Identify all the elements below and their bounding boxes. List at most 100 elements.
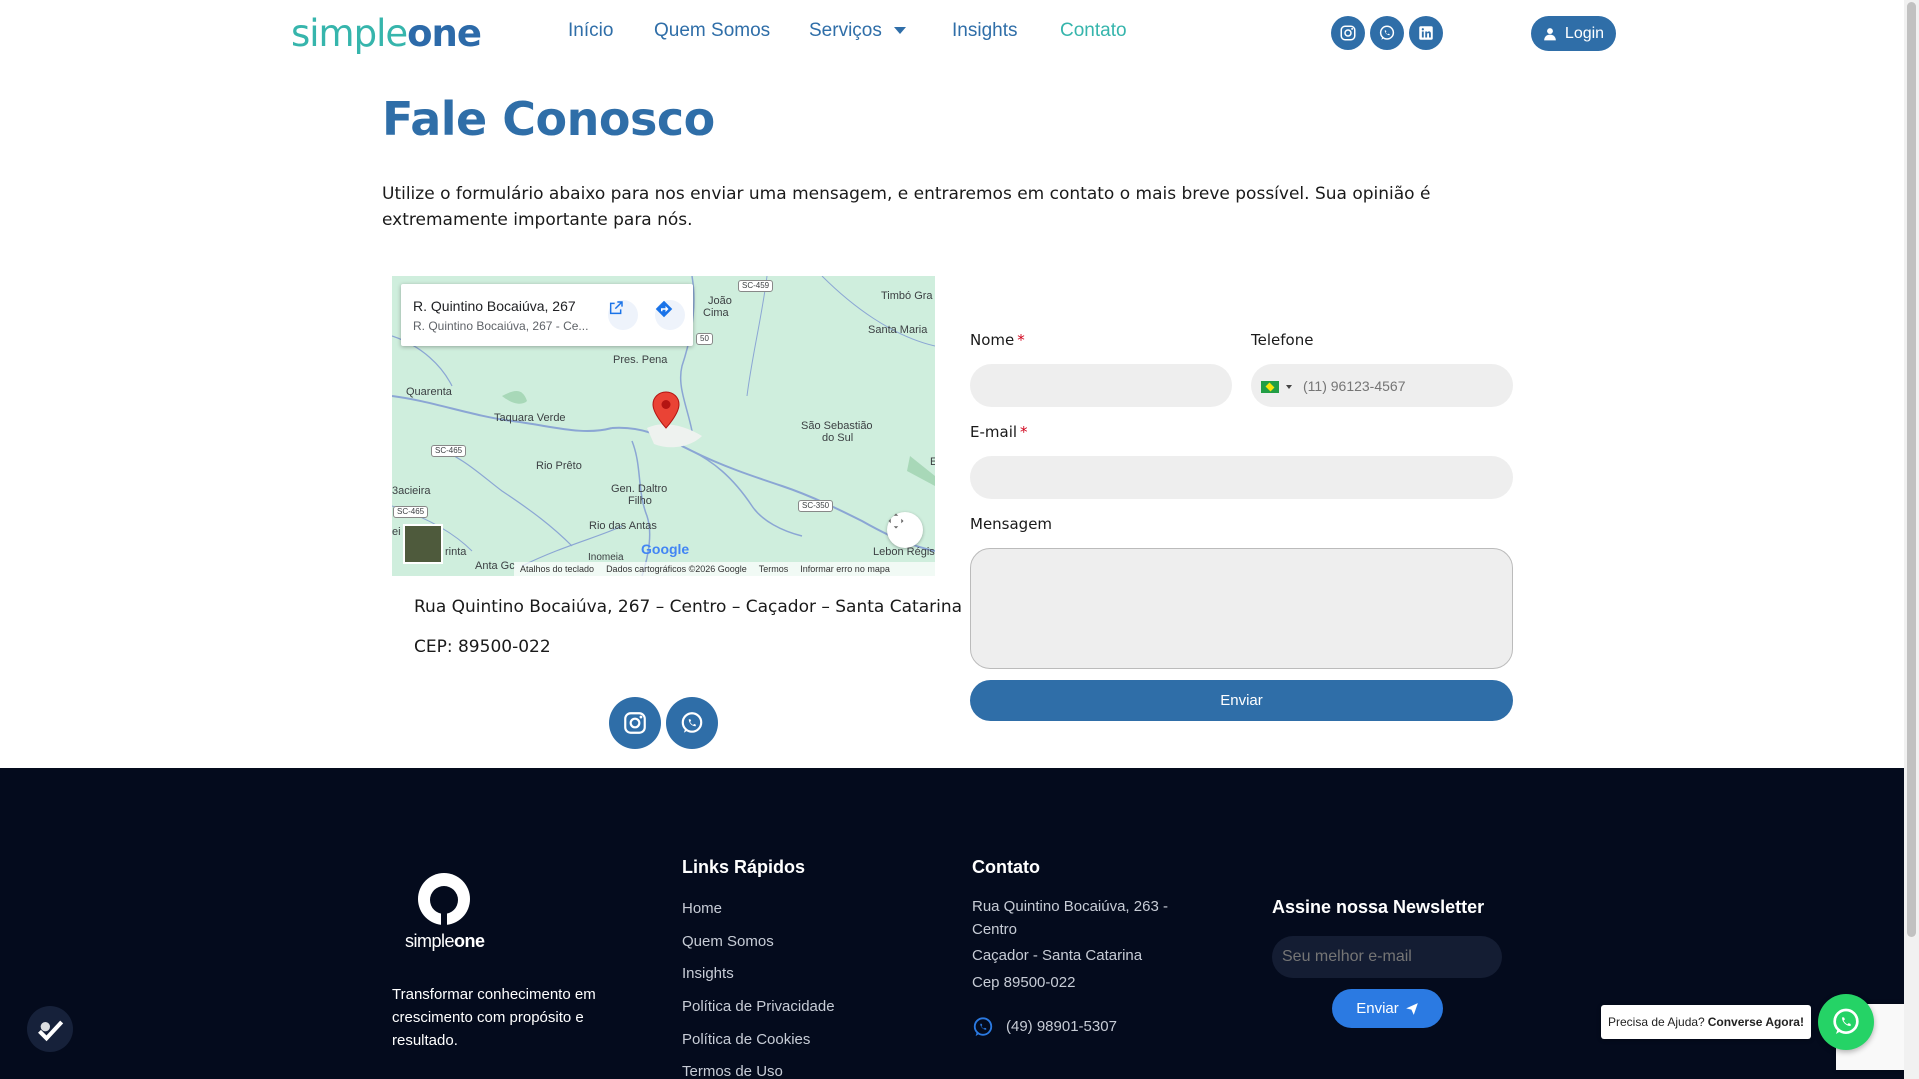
nav-insights[interactable]: Insights xyxy=(952,20,1017,46)
footer-phone[interactable]: (49) 98901-5307 xyxy=(1006,1015,1226,1038)
footer-tagline: Transformar conhecimento em crescimento … xyxy=(392,986,596,1049)
road-badge: SC-350 xyxy=(798,500,834,512)
instagram-icon xyxy=(624,712,646,734)
help-bold-text: Converse Agora! xyxy=(1707,1015,1804,1029)
footer-address: Rua Quintino Bocaiúva, 263 - Centro xyxy=(972,898,1168,938)
cookie-check-icon xyxy=(38,1020,64,1042)
footer-city: Caçador - Santa Catarina xyxy=(972,947,1143,964)
site-logo[interactable]: simpleone xyxy=(291,12,482,55)
nav-servicos[interactable]: Serviços xyxy=(809,20,906,46)
required-mark: * xyxy=(1017,331,1025,349)
map-label: Pres. Pena xyxy=(613,354,668,366)
footer-link-quem-somos[interactable]: Quem Somos xyxy=(682,933,774,950)
help-chat-bubble[interactable]: Precisa de Ajuda? Converse Agora! xyxy=(1601,1005,1811,1039)
map-label: Santa Maria xyxy=(868,324,928,336)
name-label: Nome * xyxy=(970,331,1025,349)
fullscreen-button[interactable] xyxy=(887,512,923,548)
footer-logo-one: one xyxy=(454,931,485,951)
nav-inicio-link[interactable]: Início xyxy=(568,20,613,41)
footer-link-privacidade[interactable]: Política de Privacidade xyxy=(682,998,835,1015)
user-icon xyxy=(1544,27,1556,40)
instagram-button[interactable] xyxy=(609,697,661,749)
linkedin-icon xyxy=(1419,26,1433,40)
footer-link-cookies[interactable]: Política de Cookies xyxy=(682,1031,810,1048)
map-terms-link[interactable]: Termos xyxy=(759,564,789,574)
whatsapp-icon xyxy=(973,1017,993,1037)
chevron-down-icon[interactable] xyxy=(893,27,906,35)
newsletter-title: Assine nossa Newsletter xyxy=(1272,897,1485,917)
footer-cep: Cep 89500-022 xyxy=(972,974,1076,991)
map-label: Anta Gc xyxy=(475,560,515,572)
submit-button[interactable]: Enviar xyxy=(970,680,1513,721)
site-header: simpleone Início Quem Somos Serviços Ins… xyxy=(0,0,1904,66)
message-field[interactable] xyxy=(970,548,1513,669)
page-scrollbar[interactable] xyxy=(1904,0,1919,1079)
footer-link-insights[interactable]: Insights xyxy=(682,965,734,982)
whatsapp-icon xyxy=(681,712,703,733)
road-badge: SC-465 xyxy=(393,506,429,518)
newsletter-email-field[interactable] xyxy=(1272,936,1502,978)
map-pin-icon[interactable] xyxy=(652,391,680,429)
directions-button[interactable] xyxy=(655,300,685,330)
map-place-subtitle: R. Quintino Bocaiúva, 267 - Ce... xyxy=(413,319,589,333)
nav-servicos-link[interactable]: Serviços xyxy=(809,20,882,41)
phone-label: Telefone xyxy=(1251,331,1314,349)
map-label: Timbó Gra xyxy=(881,290,933,302)
fullscreen-icon xyxy=(888,513,904,529)
map-label: Filho xyxy=(628,495,652,507)
whatsapp-icon xyxy=(1379,25,1395,40)
map-label: Rio das Antas xyxy=(589,520,657,532)
map-label: rinta xyxy=(445,546,467,558)
nav-contato[interactable]: Contato xyxy=(1060,20,1127,46)
map-place-card: R. Quintino Bocaiúva, 267 R. Quintino Bo… xyxy=(401,284,693,346)
google-map[interactable]: R. Quintino Bocaiúva, 267 R. Quintino Bo… xyxy=(392,276,935,576)
contact-title: Contato xyxy=(972,857,1040,877)
map-label: Rio Prêto xyxy=(536,460,582,472)
name-field[interactable] xyxy=(970,364,1232,407)
map-label: do Sul xyxy=(822,432,854,444)
newsletter-submit-label: Enviar xyxy=(1356,1000,1399,1017)
nav-inicio[interactable]: Início xyxy=(568,20,613,46)
whatsapp-float-button[interactable] xyxy=(1818,994,1874,1050)
logo-text-one: one xyxy=(407,12,482,55)
email-field[interactable] xyxy=(970,456,1513,499)
quick-links-title: Links Rápidos xyxy=(682,857,806,877)
brazil-flag-icon[interactable] xyxy=(1261,381,1279,393)
whatsapp-button[interactable] xyxy=(666,697,718,749)
page: simpleone Início Quem Somos Serviços Ins… xyxy=(0,0,1919,1079)
nav-insights-link[interactable]: Insights xyxy=(952,20,1017,41)
required-mark: * xyxy=(1020,423,1028,441)
satellite-toggle[interactable] xyxy=(403,524,443,564)
logo-text-simple: simple xyxy=(291,12,408,55)
email-label: E-mail * xyxy=(970,423,1028,441)
header-instagram-button[interactable] xyxy=(1331,16,1365,50)
scrollbar-thumb[interactable] xyxy=(1907,2,1916,937)
footer-link-termos[interactable]: Termos de Uso xyxy=(682,1063,783,1079)
road-badge: SC-465 xyxy=(431,445,467,457)
footer-link-home[interactable]: Home xyxy=(682,900,722,917)
google-logo: Google xyxy=(641,541,689,557)
external-link-icon xyxy=(609,301,623,315)
country-dropdown-icon[interactable] xyxy=(1286,385,1292,389)
nav-contato-link[interactable]: Contato xyxy=(1060,20,1127,41)
nav-quem-somos-link[interactable]: Quem Somos xyxy=(654,20,770,41)
directions-icon xyxy=(655,300,673,318)
nav-quem-somos[interactable]: Quem Somos xyxy=(654,20,770,46)
header-linkedin-button[interactable] xyxy=(1409,16,1443,50)
intro-text: Utilize o formulário abaixo para nos env… xyxy=(382,184,1431,230)
map-label: Taquara Verde xyxy=(494,412,566,424)
open-in-maps-button[interactable] xyxy=(608,300,638,330)
map-label: 3acieira xyxy=(392,485,431,497)
cookie-consent-button[interactable] xyxy=(27,1006,73,1052)
footer-logo-text: simpleone xyxy=(405,931,485,952)
report-error-link[interactable]: Informar erro no mapa xyxy=(800,564,890,574)
map-label: ei xyxy=(392,526,401,538)
login-button[interactable]: Login xyxy=(1531,16,1616,51)
keyboard-shortcuts-link[interactable]: Atalhos do teclado xyxy=(520,564,594,574)
map-data-credit: Dados cartográficos ©2026 Google xyxy=(606,564,747,574)
login-label: Login xyxy=(1564,24,1605,42)
message-label: Mensagem xyxy=(970,515,1053,533)
newsletter-submit-button[interactable]: Enviar xyxy=(1332,989,1443,1028)
send-icon xyxy=(1405,1002,1418,1015)
header-whatsapp-button[interactable] xyxy=(1370,16,1404,50)
